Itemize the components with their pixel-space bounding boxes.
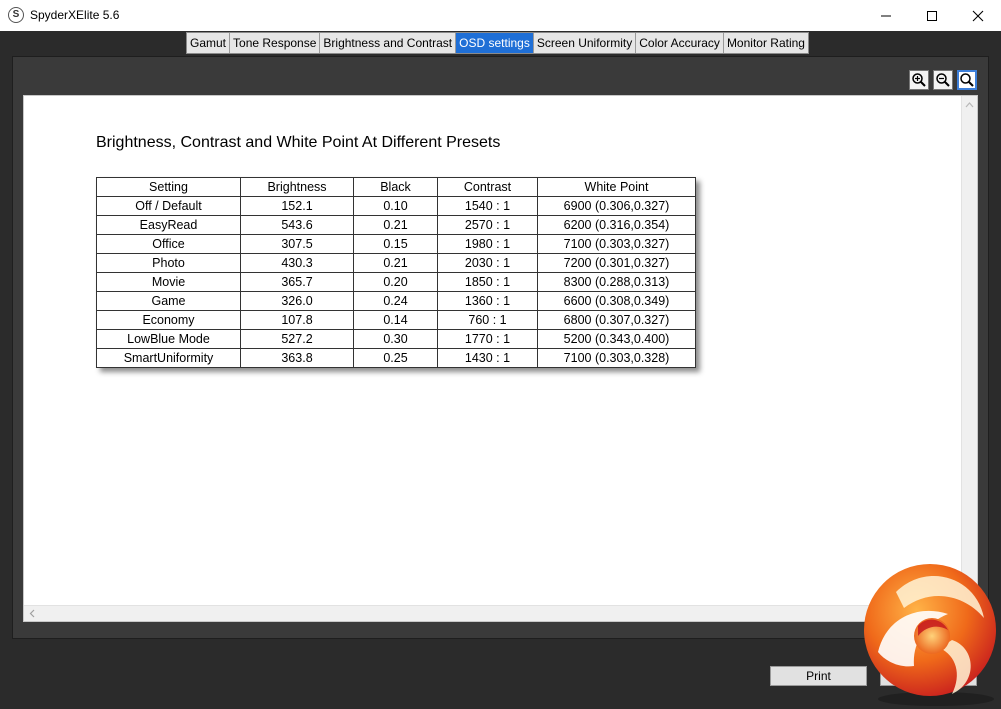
osd-settings-table: Setting Brightness Black Contrast White … [96, 177, 696, 368]
column-header-contrast: Contrast [437, 177, 538, 197]
cell-contrast: 1540 : 1 [437, 196, 538, 216]
table-row: Game 326.0 0.24 1360 : 1 6600 (0.308,0.3… [96, 291, 696, 311]
cell-contrast: 1980 : 1 [437, 234, 538, 254]
cell-black: 0.24 [353, 291, 438, 311]
horizontal-scrollbar[interactable] [24, 605, 962, 621]
maximize-icon [927, 10, 937, 21]
zoom-in-icon [912, 73, 926, 87]
cell-black: 0.20 [353, 272, 438, 292]
table-row: SmartUniformity 363.8 0.25 1430 : 1 7100… [96, 348, 696, 368]
cell-setting: SmartUniformity [96, 348, 241, 368]
tab-screen-uniformity[interactable]: Screen Uniformity [533, 33, 637, 53]
cell-brightness: 152.1 [240, 196, 354, 216]
vertical-scrollbar[interactable] [961, 96, 977, 606]
cell-contrast: 2570 : 1 [437, 215, 538, 235]
scroll-up-arrow-icon[interactable] [965, 102, 974, 108]
table-row: Off / Default 152.1 0.10 1540 : 1 6900 (… [96, 196, 696, 216]
zoom-out-button[interactable] [933, 70, 953, 90]
cell-black: 0.30 [353, 329, 438, 349]
title-bar: S SpyderXElite 5.6 [0, 0, 1001, 32]
table-header-row: Setting Brightness Black Contrast White … [96, 177, 696, 197]
cell-brightness: 107.8 [240, 310, 354, 330]
column-header-setting: Setting [96, 177, 241, 197]
report-tabs: Gamut Tone Response Brightness and Contr… [186, 32, 809, 54]
cell-contrast: 1850 : 1 [437, 272, 538, 292]
cell-contrast: 1430 : 1 [437, 348, 538, 368]
cell-white-point: 5200 (0.343,0.400) [537, 329, 696, 349]
cell-black: 0.21 [353, 253, 438, 273]
tab-gamut[interactable]: Gamut [187, 33, 231, 53]
cell-contrast: 2030 : 1 [437, 253, 538, 273]
cell-black: 0.14 [353, 310, 438, 330]
cell-contrast: 1360 : 1 [437, 291, 538, 311]
cell-brightness: 326.0 [240, 291, 354, 311]
table-row: Office 307.5 0.15 1980 : 1 7100 (0.303,0… [96, 234, 696, 254]
cell-black: 0.21 [353, 215, 438, 235]
tab-brightness-contrast[interactable]: Brightness and Contrast [320, 33, 457, 53]
cell-white-point: 6600 (0.308,0.349) [537, 291, 696, 311]
app-icon: S [8, 7, 24, 23]
zoom-fit-button[interactable] [957, 70, 977, 90]
cell-setting: Office [96, 234, 241, 254]
cell-setting: Movie [96, 272, 241, 292]
minimize-icon [881, 15, 891, 16]
column-header-white-point: White Point [537, 177, 696, 197]
column-header-brightness: Brightness [240, 177, 354, 197]
scroll-left-arrow-icon[interactable] [29, 606, 36, 621]
cell-brightness: 365.7 [240, 272, 354, 292]
table-row: Movie 365.7 0.20 1850 : 1 8300 (0.288,0.… [96, 272, 696, 292]
window-title: SpyderXElite 5.6 [30, 8, 120, 22]
table-row: LowBlue Mode 527.2 0.30 1770 : 1 5200 (0… [96, 329, 696, 349]
cell-white-point: 6900 (0.306,0.327) [537, 196, 696, 216]
report-view: Brightness, Contrast and White Point At … [23, 95, 978, 622]
cell-white-point: 6800 (0.307,0.327) [537, 310, 696, 330]
osd-settings-table-container: Setting Brightness Black Contrast White … [96, 177, 696, 368]
print-button[interactable]: Print [770, 666, 867, 686]
cell-white-point: 6200 (0.316,0.354) [537, 215, 696, 235]
table-row: Photo 430.3 0.21 2030 : 1 7200 (0.301,0.… [96, 253, 696, 273]
cell-black: 0.15 [353, 234, 438, 254]
cell-white-point: 7100 (0.303,0.327) [537, 234, 696, 254]
cell-brightness: 363.8 [240, 348, 354, 368]
watermark-logo [864, 564, 996, 706]
cell-setting: Photo [96, 253, 241, 273]
cell-setting: EasyRead [96, 215, 241, 235]
tab-monitor-rating[interactable]: Monitor Rating [723, 33, 808, 53]
cell-contrast: 760 : 1 [437, 310, 538, 330]
cell-brightness: 307.5 [240, 234, 354, 254]
cell-black: 0.25 [353, 348, 438, 368]
cell-brightness: 543.6 [240, 215, 354, 235]
tab-color-accuracy[interactable]: Color Accuracy [636, 33, 724, 53]
column-header-black: Black [353, 177, 438, 197]
cell-white-point: 8300 (0.288,0.313) [537, 272, 696, 292]
table-row: Economy 107.8 0.14 760 : 1 6800 (0.307,0… [96, 310, 696, 330]
tab-osd-settings[interactable]: OSD settings [456, 33, 534, 53]
cell-setting: Off / Default [96, 196, 241, 216]
cell-white-point: 7100 (0.303,0.328) [537, 348, 696, 368]
report-title: Brightness, Contrast and White Point At … [96, 134, 501, 151]
cell-contrast: 1770 : 1 [437, 329, 538, 349]
zoom-in-button[interactable] [909, 70, 929, 90]
minimize-button[interactable] [863, 0, 909, 31]
cell-setting: Game [96, 291, 241, 311]
close-icon [972, 10, 984, 21]
cell-brightness: 527.2 [240, 329, 354, 349]
cell-white-point: 7200 (0.301,0.327) [537, 253, 696, 273]
zoom-out-icon [936, 73, 950, 87]
cell-brightness: 430.3 [240, 253, 354, 273]
cell-black: 0.10 [353, 196, 438, 216]
cell-setting: Economy [96, 310, 241, 330]
cell-setting: LowBlue Mode [96, 329, 241, 349]
close-button[interactable] [955, 0, 1001, 31]
table-row: EasyRead 543.6 0.21 2570 : 1 6200 (0.316… [96, 215, 696, 235]
maximize-button[interactable] [909, 0, 955, 31]
zoom-fit-icon [960, 73, 974, 87]
tab-tone-response[interactable]: Tone Response [230, 33, 321, 53]
